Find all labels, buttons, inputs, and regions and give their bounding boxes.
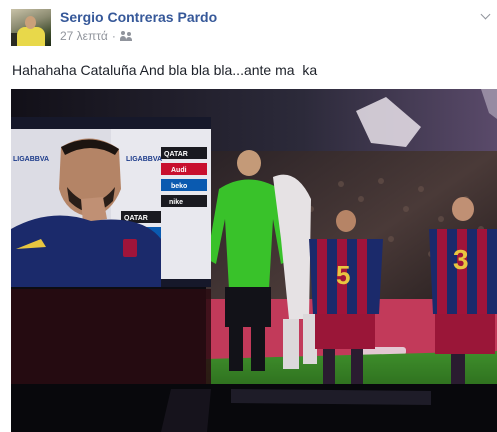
avatar-shirt xyxy=(17,27,45,46)
post-meta: 27 λεπτά · xyxy=(60,29,132,43)
sponsor-label: LIGABBVA xyxy=(13,156,49,163)
author-name-link[interactable]: Sergio Contreras Pardo xyxy=(60,9,217,25)
post-photo[interactable]: 5 3 LIGABBVA QATAR Audi beko nike LIGABB… xyxy=(11,89,497,432)
sponsor-label: LIGABBVA xyxy=(126,156,162,163)
sponsor-label: beko xyxy=(171,183,187,190)
sponsor-label: QATAR xyxy=(164,151,188,158)
jersey-number-right: 3 xyxy=(453,244,469,275)
post-timestamp[interactable]: 27 λεπτά xyxy=(60,29,108,43)
friends-icon[interactable] xyxy=(119,31,132,41)
sponsor-label: nike xyxy=(169,199,183,206)
photo-scene: 5 3 LIGABBVA QATAR Audi beko nike LIGABB… xyxy=(11,89,497,432)
jersey-number-left: 5 xyxy=(336,260,350,290)
post-text: Hahahaha Cataluña And bla bla bla...ante… xyxy=(12,62,318,78)
facebook-post: Sergio Contreras Pardo 27 λεπτά · Hahaha… xyxy=(0,0,497,432)
meta-separator: · xyxy=(111,29,116,43)
chevron-down-icon[interactable] xyxy=(480,11,490,21)
avatar-head xyxy=(25,16,36,29)
inset-tv-screen: LIGABBVA QATAR Audi beko nike LIGABBVA Q… xyxy=(11,117,211,287)
sponsor-label: Audi xyxy=(171,167,187,174)
avatar[interactable] xyxy=(11,9,51,46)
